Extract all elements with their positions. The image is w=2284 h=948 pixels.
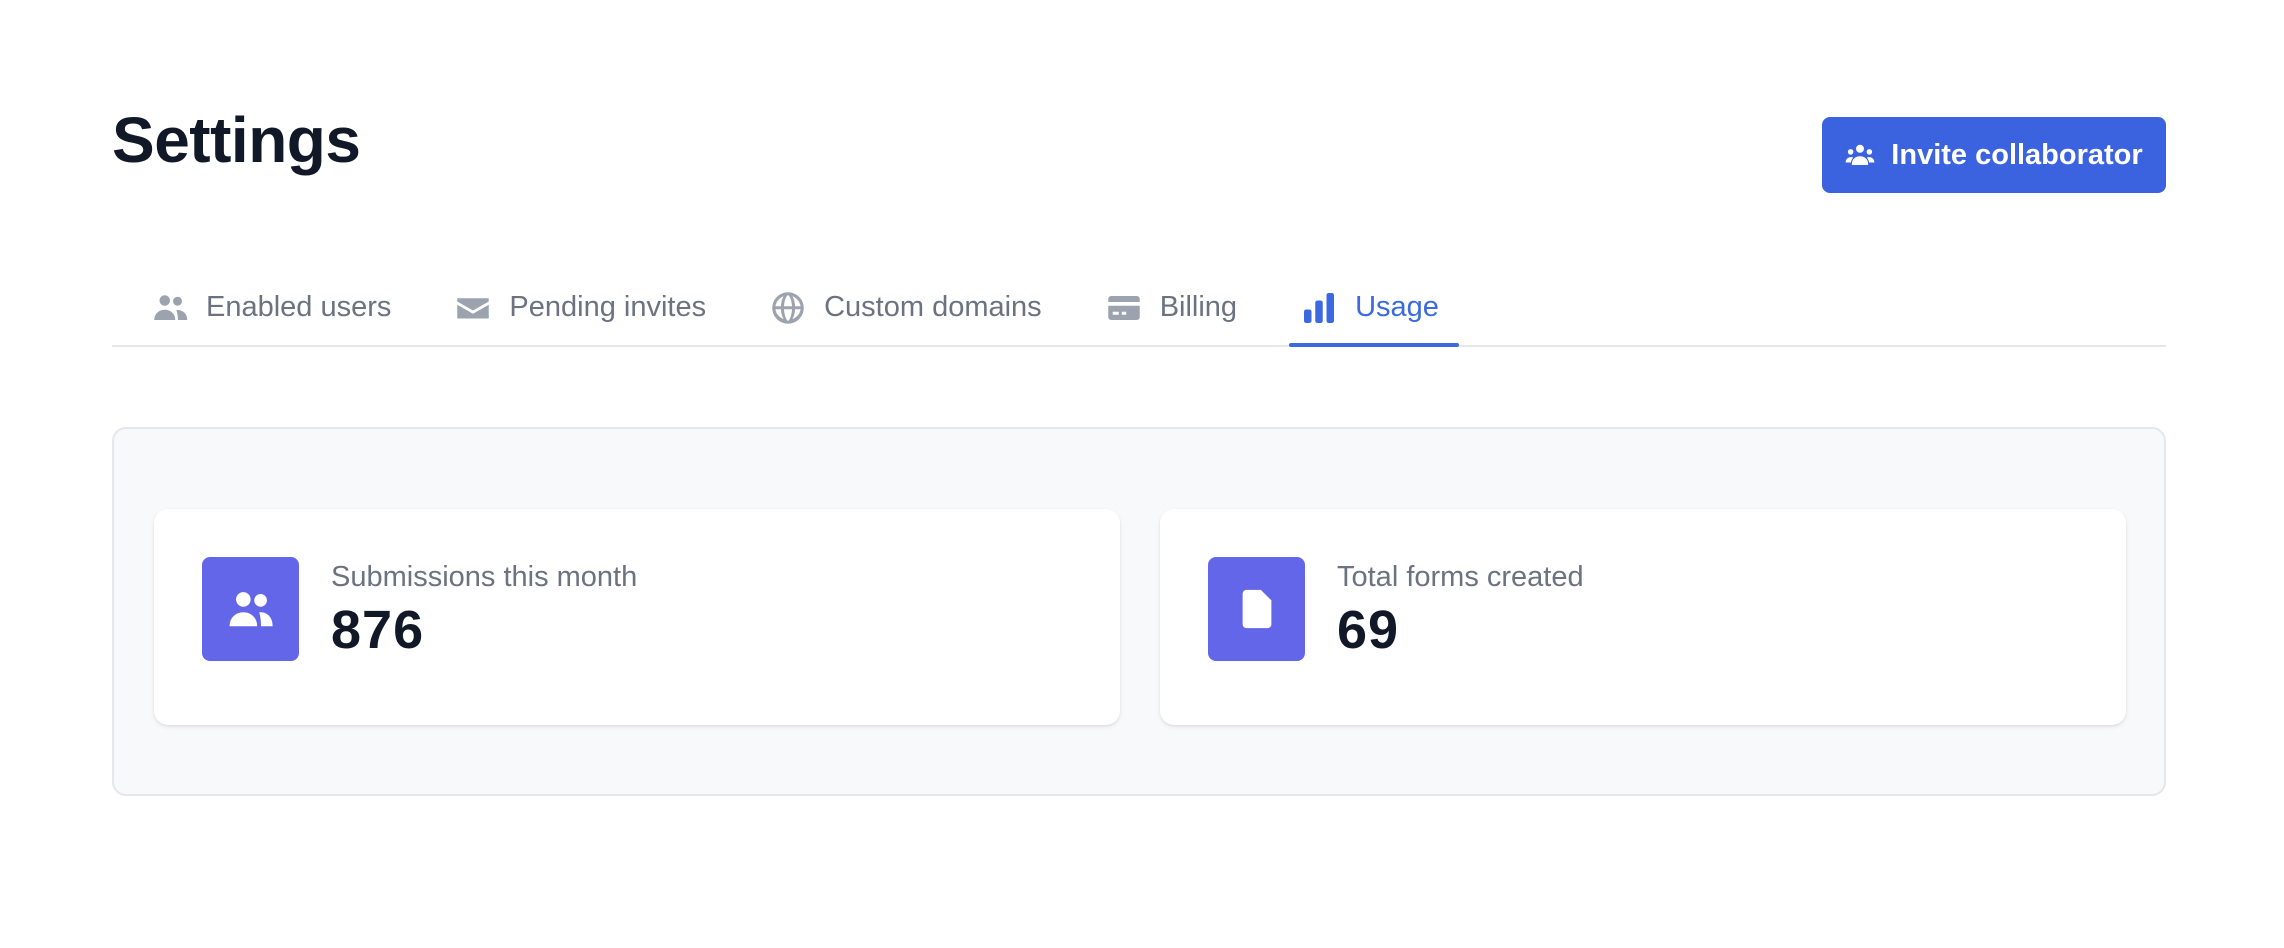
users-icon (1845, 144, 1875, 165)
tab-enabled-users[interactable]: Enabled users (148, 270, 395, 345)
tab-billing[interactable]: Billing (1102, 270, 1241, 345)
credit-card-icon (1107, 295, 1140, 320)
tab-label: Custom domains (824, 291, 1042, 323)
tab-usage[interactable]: Usage (1289, 270, 1459, 347)
users-icon (229, 592, 273, 627)
stat-icon-box (202, 557, 299, 661)
invite-collaborator-button[interactable]: Invite collaborator (1822, 117, 2166, 193)
usage-panel: Submissions this month 876 Total forms c… (112, 427, 2166, 796)
tab-pending-invites[interactable]: Pending invites (451, 270, 710, 345)
bar-chart-icon (1304, 292, 1335, 323)
stat-label: Submissions this month (331, 561, 638, 593)
tab-label: Usage (1355, 291, 1439, 323)
document-icon (1242, 589, 1271, 629)
tab-label: Enabled users (206, 291, 392, 323)
settings-page: Settings Invite collaborator Enabled use… (0, 0, 2284, 948)
tab-label: Pending invites (509, 291, 707, 323)
page-title: Settings (112, 104, 361, 176)
invite-collaborator-label: Invite collaborator (1891, 138, 2143, 171)
stat-icon-box (1208, 557, 1305, 661)
globe-icon (772, 291, 804, 324)
tab-custom-domains[interactable]: Custom domains (766, 270, 1046, 345)
users-icon (154, 294, 188, 320)
stat-label: Total forms created (1337, 561, 1584, 593)
settings-tabs: Enabled users Pending invites Custom dom… (112, 270, 2166, 347)
stat-card-forms: Total forms created 69 (1160, 509, 2126, 725)
stat-value: 69 (1337, 600, 1400, 660)
stat-value: 876 (331, 600, 425, 660)
envelope-icon (457, 297, 490, 318)
tab-label: Billing (1159, 291, 1238, 323)
stat-card-submissions: Submissions this month 876 (154, 509, 1120, 725)
